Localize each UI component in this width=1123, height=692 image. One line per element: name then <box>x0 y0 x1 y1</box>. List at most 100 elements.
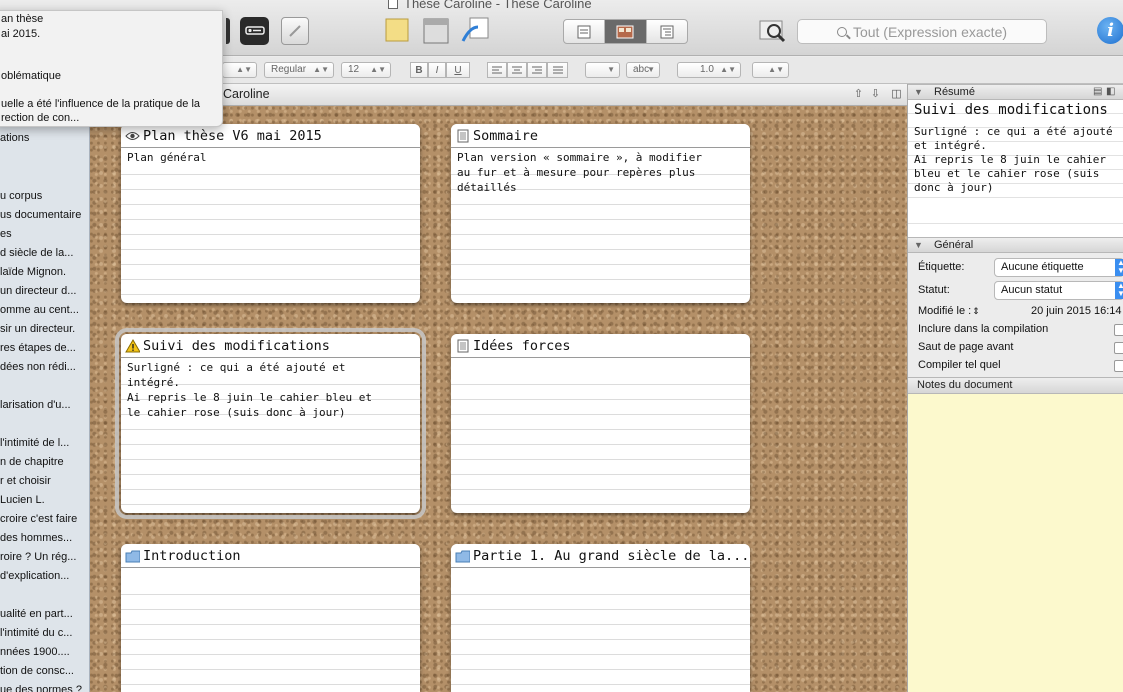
binder-item[interactable]: dées non rédi... <box>0 361 76 373</box>
popover-line: oblématique <box>1 70 61 82</box>
font-size-select[interactable]: 12 ▲▼ <box>341 62 391 78</box>
highlight-color-select[interactable]: abc ▼ <box>626 62 660 78</box>
binder-item[interactable]: larisation d'u... <box>0 399 71 411</box>
quick-reference-button[interactable] <box>757 17 789 45</box>
italic-button[interactable]: I <box>428 62 446 78</box>
status-select[interactable]: Aucun statut ▲▼ <box>994 281 1123 300</box>
align-center-button[interactable] <box>507 62 527 78</box>
card-title[interactable]: Plan thèse V6 mai 2015 <box>121 124 420 148</box>
edit-button[interactable] <box>281 17 309 45</box>
index-card[interactable]: Introduction <box>121 544 420 692</box>
split-view-icon[interactable]: ◫ <box>890 87 903 101</box>
index-card[interactable]: Plan thèse V6 mai 2015 Plan général <box>121 124 420 303</box>
outliner-icon <box>660 25 674 38</box>
card-synopsis[interactable]: Surligné : ce qui a été ajouté et intégr… <box>127 360 412 420</box>
image-toggle-icon[interactable]: ◧ <box>1106 86 1115 97</box>
info-icon: i <box>1107 20 1114 41</box>
notes-button[interactable] <box>384 17 410 45</box>
font-size-value: 12 <box>348 64 360 75</box>
binder-item[interactable]: croire c'est faire <box>0 513 77 525</box>
index-card-selected[interactable]: Suivi des modifications Surligné : ce qu… <box>115 328 426 519</box>
modified-caption[interactable]: Modifié le :⇕ <box>918 305 980 317</box>
align-right-button[interactable] <box>527 62 547 78</box>
down-arrow-icon[interactable]: ⇩ <box>869 87 882 101</box>
binder-item[interactable]: ue des normes ? <box>0 684 82 692</box>
corkboard-view-button[interactable] <box>605 20 647 43</box>
card-synopsis[interactable]: Plan version « sommaire », à modifier au… <box>457 150 742 195</box>
binder-item[interactable]: u corpus <box>0 190 42 202</box>
binder-item[interactable]: ualité en part... <box>0 608 73 620</box>
key-button[interactable] <box>240 17 269 45</box>
binder-item[interactable]: l'intimité de l... <box>0 437 69 449</box>
binder-item[interactable]: d siècle de la... <box>0 247 73 259</box>
card-title[interactable]: Suivi des modifications <box>121 334 420 358</box>
up-arrow-icon[interactable]: ⇧ <box>852 87 865 101</box>
inspector-toggle-button[interactable]: i <box>1097 17 1123 44</box>
binder-item[interactable]: nnées 1900.... <box>0 646 70 658</box>
index-card[interactable]: Sommaire Plan version « sommaire », à mo… <box>451 124 750 303</box>
text-color-select[interactable]: ▼ <box>585 62 620 78</box>
view-mode-segmented-control[interactable] <box>563 19 688 44</box>
popover-line: uelle a été l'influence de la pratique d… <box>1 98 201 110</box>
index-card[interactable]: Partie 1. Au grand siècle de la... <box>451 544 750 692</box>
binder-item[interactable]: d'explication... <box>0 570 69 582</box>
binder-item[interactable]: un directeur d... <box>0 285 76 297</box>
binder-item[interactable]: n de chapitre <box>0 456 64 468</box>
corkboard: Plan thèse V6 mai 2015 Plan général Somm… <box>90 106 907 692</box>
font-family-select[interactable]: ▲▼ <box>222 62 257 78</box>
scrivenings-view-button[interactable] <box>564 20 606 43</box>
card-title[interactable]: Introduction <box>121 544 420 568</box>
search-input[interactable]: Tout (Expression exacte) <box>797 19 1047 44</box>
binder-item[interactable]: tion de consc... <box>0 665 74 677</box>
card-synopsis[interactable]: Plan général <box>127 150 412 165</box>
line-spacing-select[interactable]: 1.0 ▲▼ <box>677 62 741 78</box>
notes-header-label: Notes du document <box>917 379 1013 391</box>
search-icon <box>836 26 847 37</box>
card-title[interactable]: Sommaire <box>451 124 750 148</box>
notes-section-header[interactable]: Notes du document <box>908 377 1123 394</box>
document-notes-area[interactable] <box>908 394 1123 692</box>
outliner-view-button[interactable] <box>647 20 687 43</box>
layout-button[interactable] <box>422 17 450 45</box>
snapshot-icon <box>461 17 489 42</box>
inspector-panel: ▼ Résumé ▤ ◧ Suivi des modifications Sur… <box>907 84 1123 692</box>
synopsis-header-label: Résumé <box>934 86 975 98</box>
binder-item[interactable]: r et choisir <box>0 475 51 487</box>
folder-icon <box>125 549 140 563</box>
index-card[interactable]: Idées forces <box>451 334 750 513</box>
binder-item[interactable]: roire ? Un rég... <box>0 551 76 563</box>
bold-button[interactable]: B <box>410 62 428 78</box>
justify-button[interactable] <box>547 62 568 78</box>
page-break-checkbox[interactable] <box>1114 342 1123 354</box>
compile-as-is-checkbox[interactable] <box>1114 360 1123 372</box>
binder-item[interactable]: l'intimité du c... <box>0 627 72 639</box>
binder-item[interactable]: des hommes... <box>0 532 72 544</box>
font-style-select[interactable]: Regular ▲▼ <box>264 62 334 78</box>
synopsis-title[interactable]: Suivi des modifications <box>914 102 1108 118</box>
general-section-header[interactable]: ▼ Général <box>908 237 1123 253</box>
disclosure-triangle-icon[interactable]: ▼ <box>914 240 923 250</box>
general-header-label: Général <box>934 239 974 251</box>
binder-item[interactable]: omme au cent... <box>0 304 79 316</box>
binder-item[interactable]: us documentaire <box>0 209 81 221</box>
binder-item[interactable]: res étapes de... <box>0 342 76 354</box>
label-select[interactable]: Aucune étiquette ▲▼ <box>994 258 1123 277</box>
chevron-down-icon: ▼ <box>647 65 655 74</box>
binder-item[interactable]: sir un directeur. <box>0 323 75 335</box>
align-left-button[interactable] <box>487 62 507 78</box>
snapshot-button[interactable] <box>460 17 490 45</box>
binder-item[interactable]: ations <box>0 132 29 144</box>
list-style-select[interactable]: ▲▼ <box>752 62 789 78</box>
card-title[interactable]: Partie 1. Au grand siècle de la... <box>451 544 750 568</box>
binder-item[interactable]: Lucien L. <box>0 494 45 506</box>
binder-item[interactable]: es <box>0 228 12 240</box>
card-title[interactable]: Idées forces <box>451 334 750 358</box>
underline-button[interactable]: U <box>446 62 470 78</box>
toolbar-button-partial[interactable] <box>226 18 230 44</box>
synopsis-section-header[interactable]: ▼ Résumé ▤ ◧ <box>908 84 1123 100</box>
list-toggle-icon[interactable]: ▤ <box>1093 86 1102 97</box>
disclosure-triangle-icon[interactable]: ▼ <box>914 87 923 97</box>
synopsis-text[interactable]: Surligné : ce qui a été ajouté et intégr… <box>914 125 1123 195</box>
include-compile-checkbox[interactable] <box>1114 324 1123 336</box>
binder-item[interactable]: laïde Mignon. <box>0 266 66 278</box>
